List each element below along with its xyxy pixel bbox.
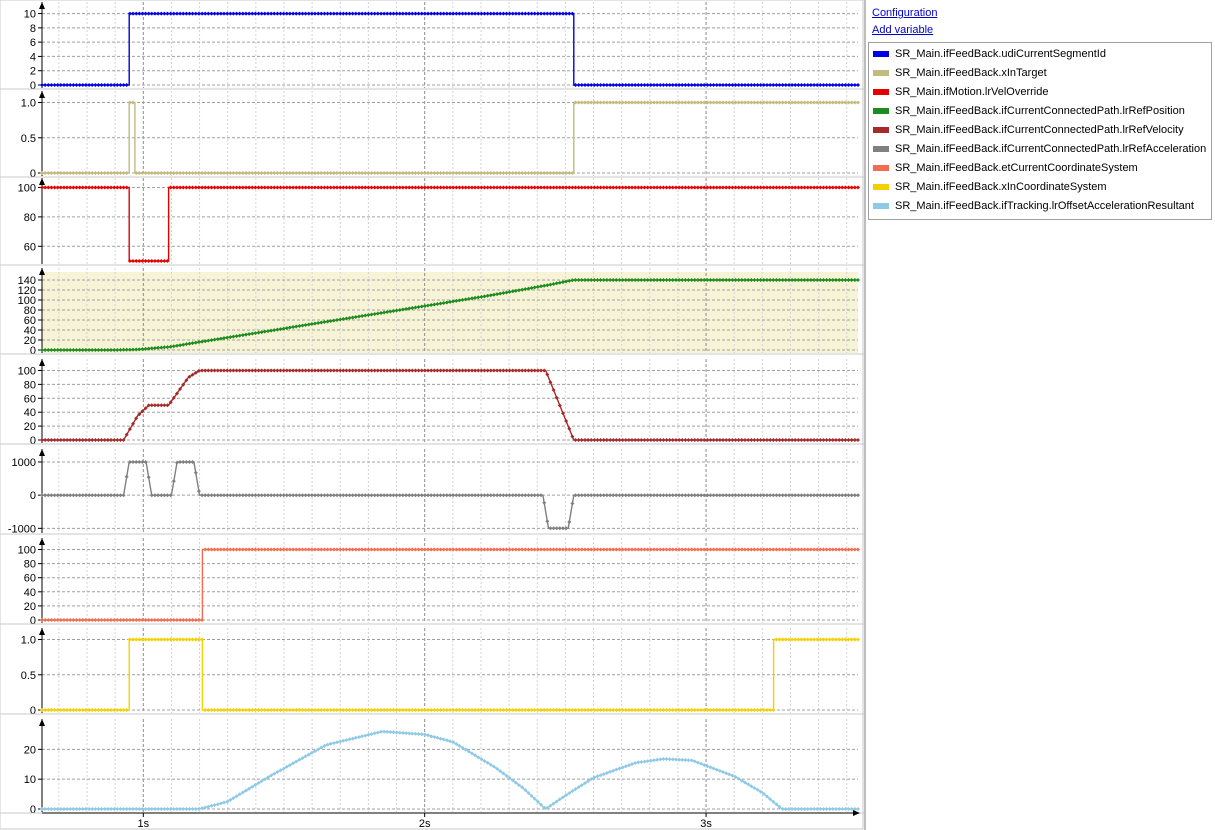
y-tick-label: 100 — [18, 365, 36, 377]
y-axis-arrow — [39, 2, 45, 9]
y-tick-label: 140 — [18, 275, 36, 287]
series-markers — [40, 368, 860, 442]
y-tick-label: 20 — [24, 601, 36, 613]
legend-item[interactable]: SR_Main.ifFeedBack.xInCoordinateSystem — [873, 177, 1107, 196]
legend-swatch — [873, 107, 889, 114]
legend-label: SR_Main.ifFeedBack.ifTracking.lrOffsetAc… — [895, 199, 1194, 212]
y-axis-arrow — [39, 538, 45, 545]
y-axis-arrow — [39, 91, 45, 98]
y-tick-label: 0 — [30, 615, 36, 627]
legend-swatch — [873, 183, 889, 190]
y-tick-label: 0 — [30, 435, 36, 447]
legend-swatch — [873, 164, 889, 171]
series-line — [42, 548, 858, 621]
y-axis-arrow — [39, 178, 45, 185]
y-tick-label: 8 — [30, 23, 36, 35]
variable-legend: SR_Main.ifFeedBack.udiCurrentSegmentId S… — [868, 42, 1212, 220]
y-tick-label: 100 — [18, 545, 36, 557]
legend-label: SR_Main.ifFeedBack.ifCurrentConnectedPat… — [895, 104, 1185, 117]
y-axis-arrow — [39, 719, 45, 726]
legend-swatch — [873, 145, 889, 152]
legend-item[interactable]: SR_Main.ifMotion.lrVelOverride — [873, 82, 1048, 101]
series-line — [42, 12, 858, 86]
y-tick-label: 0 — [30, 490, 36, 502]
y-tick-label: 100 — [18, 182, 36, 194]
x-tick-label: 2s — [419, 818, 431, 830]
legend-swatch — [873, 126, 889, 133]
y-axis-arrow — [39, 628, 45, 635]
y-axis-arrow — [39, 268, 45, 275]
legend-item[interactable]: SR_Main.ifFeedBack.ifCurrentConnectedPat… — [873, 120, 1184, 139]
legend-label: SR_Main.ifFeedBack.ifCurrentConnectedPat… — [895, 142, 1207, 155]
legend-item[interactable]: SR_Main.ifFeedBack.etCurrentCoordinateSy… — [873, 158, 1138, 177]
y-tick-label: 10 — [24, 774, 36, 786]
trace-chart: 024681000.51.060801000204060801001201400… — [0, 0, 864, 830]
add-variable-link[interactable]: Add variable — [872, 24, 933, 36]
legend-item[interactable]: SR_Main.ifFeedBack.ifCurrentConnectedPat… — [873, 101, 1185, 120]
y-tick-label: 80 — [24, 212, 36, 224]
legend-label: SR_Main.ifFeedBack.xInCoordinateSystem — [895, 180, 1107, 193]
y-tick-label: 20 — [24, 744, 36, 756]
series-markers — [40, 11, 860, 88]
legend-swatch — [873, 50, 889, 57]
series-line — [42, 186, 858, 262]
x-axis-arrow — [853, 810, 860, 816]
legend-item[interactable]: SR_Main.ifFeedBack.xInTarget — [873, 63, 1047, 82]
y-tick-label: 40 — [24, 587, 36, 599]
legend-label: SR_Main.ifMotion.lrVelOverride — [895, 85, 1049, 98]
legend-label: SR_Main.ifFeedBack.ifCurrentConnectedPat… — [895, 123, 1184, 136]
y-tick-label: 20 — [24, 421, 36, 433]
y-tick-label: 0 — [30, 804, 36, 816]
series-markers — [40, 460, 860, 531]
legend-label: SR_Main.ifFeedBack.etCurrentCoordinateSy… — [895, 161, 1138, 174]
y-tick-label: 0 — [30, 705, 36, 717]
y-tick-label: 1000 — [12, 457, 36, 469]
y-tick-label: 1.0 — [21, 635, 36, 647]
legend-swatch — [873, 202, 889, 209]
y-tick-label: 0.5 — [21, 133, 36, 145]
configuration-link[interactable]: Configuration — [872, 7, 937, 19]
series-markers — [40, 729, 860, 811]
y-tick-label: 60 — [24, 393, 36, 405]
y-tick-label: 4 — [30, 51, 36, 63]
y-tick-label: 0 — [30, 80, 36, 92]
y-axis-arrow — [39, 359, 45, 366]
y-tick-label: 1.0 — [21, 98, 36, 110]
y-tick-label: 6 — [30, 37, 36, 49]
series-markers — [40, 547, 860, 622]
y-axis-arrow — [39, 449, 45, 456]
y-tick-label: 80 — [24, 559, 36, 571]
y-tick-label: 0.5 — [21, 670, 36, 682]
y-tick-label: 0 — [30, 168, 36, 180]
legend-label: SR_Main.ifFeedBack.udiCurrentSegmentId — [895, 47, 1106, 60]
legend-item[interactable]: SR_Main.ifFeedBack.udiCurrentSegmentId — [873, 44, 1106, 63]
y-tick-label: 80 — [24, 379, 36, 391]
panel-highlight — [42, 272, 858, 353]
legend-item[interactable]: SR_Main.ifFeedBack.ifTracking.lrOffsetAc… — [873, 196, 1194, 215]
side-panel: Configuration Add variable SR_Main.ifFee… — [866, 0, 1215, 830]
y-tick-label: 10 — [24, 9, 36, 21]
y-tick-label: 60 — [24, 573, 36, 585]
x-tick-label: 3s — [700, 818, 712, 830]
legend-label: SR_Main.ifFeedBack.xInTarget — [895, 66, 1047, 79]
y-tick-label: 40 — [24, 407, 36, 419]
legend-swatch — [873, 69, 889, 76]
x-tick-label: 1s — [137, 818, 149, 830]
y-tick-label: 2 — [30, 66, 36, 78]
series-markers — [40, 185, 860, 263]
legend-item[interactable]: SR_Main.ifFeedBack.ifCurrentConnectedPat… — [873, 139, 1206, 158]
legend-swatch — [873, 88, 889, 95]
trace-plot-area[interactable]: 0 2 4 6 8 10 0 0.5 1.0 60 80 100 0 20 40 60 80 100 120 140 0… — [0, 0, 864, 830]
y-tick-label: 60 — [24, 241, 36, 253]
